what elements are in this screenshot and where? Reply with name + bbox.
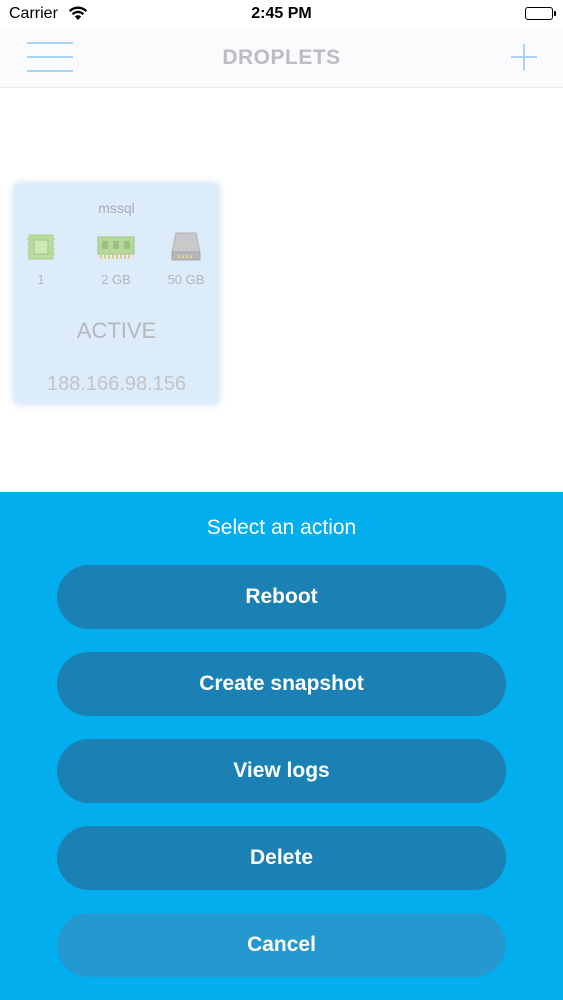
- create-snapshot-button[interactable]: Create snapshot: [57, 652, 506, 716]
- nav-bar: DROPLETS: [0, 30, 563, 88]
- droplet-memory-spec: 2 GB: [86, 232, 146, 287]
- droplet-card[interactable]: mssql 1 2 GB 50 GB ACTIVE 188.166.98.156: [15, 184, 218, 403]
- screen: Carrier 2:45 PM DROPLETS mssql 1 2 GB 50…: [0, 0, 563, 1000]
- page-title: DROPLETS: [222, 46, 341, 69]
- reboot-button[interactable]: Reboot: [57, 565, 506, 629]
- delete-button[interactable]: Delete: [57, 826, 506, 890]
- droplet-status: ACTIVE: [76, 318, 157, 343]
- action-sheet-title: Select an action: [206, 516, 357, 539]
- droplet-name: mssql: [98, 200, 135, 216]
- hard-drive-icon: [171, 232, 201, 261]
- droplet-memory-value: 2 GB: [101, 272, 131, 287]
- battery-icon: [525, 7, 556, 20]
- plus-icon[interactable]: [511, 44, 537, 70]
- droplet-cpu-spec: 1: [11, 232, 71, 287]
- cancel-button[interactable]: Cancel: [57, 913, 506, 977]
- action-sheet: Select an action Reboot Create snapshot …: [0, 492, 563, 1000]
- status-bar: Carrier 2:45 PM: [0, 0, 563, 30]
- droplet-disk-value: 50 GB: [167, 272, 205, 287]
- ram-stick-icon: [97, 236, 135, 259]
- droplet-cpu-value: 1: [37, 272, 45, 287]
- cpu-chip-icon: [27, 234, 55, 260]
- droplet-ip-address: 188.166.98.156: [46, 373, 187, 395]
- status-time: 2:45 PM: [251, 5, 312, 22]
- view-logs-button[interactable]: View logs: [57, 739, 506, 803]
- droplet-disk-spec: 50 GB: [156, 232, 216, 287]
